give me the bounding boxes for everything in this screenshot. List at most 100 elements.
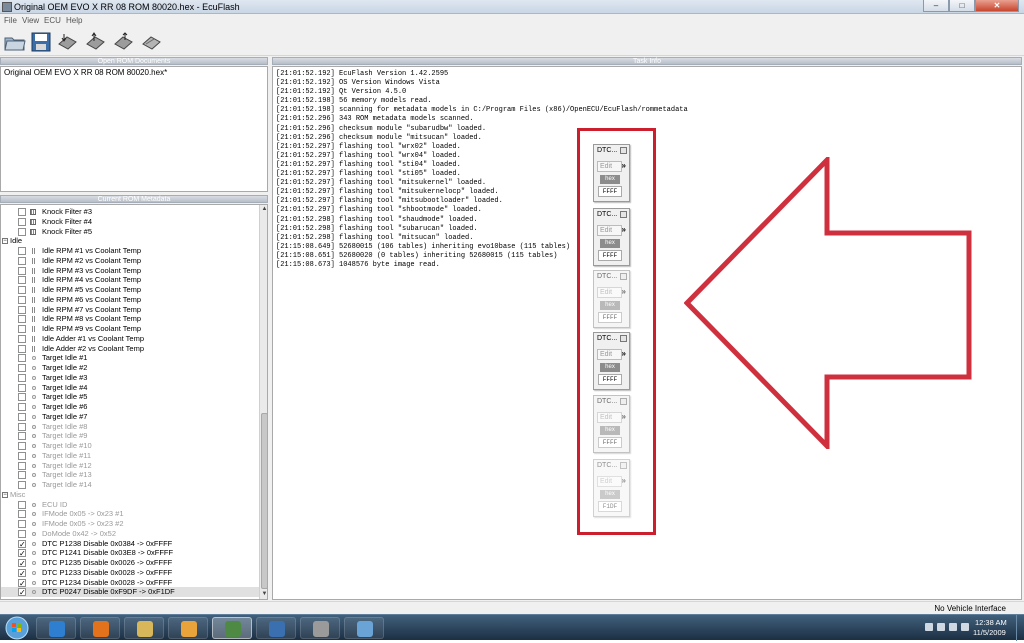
dtc-close-icon[interactable] xyxy=(620,335,627,342)
read-ecu-icon[interactable] xyxy=(56,32,78,52)
tree-checkbox[interactable] xyxy=(18,500,26,509)
tree-checkbox[interactable] xyxy=(18,256,26,265)
scroll-down-icon[interactable]: ▼ xyxy=(260,590,267,599)
dtc-value-window[interactable]: DTC... » Edit hex F1DF xyxy=(593,459,630,517)
taskbar-item[interactable] xyxy=(300,617,340,639)
tree-item[interactable]: ✓ DTC P1241 Disable 0x03E8 -> 0xFFFF xyxy=(1,548,259,558)
tree-checkbox[interactable] xyxy=(18,442,26,450)
taskbar-item[interactable] xyxy=(256,617,296,639)
clock-date[interactable]: 11/5/2009 xyxy=(973,628,1006,637)
tree-checkbox[interactable] xyxy=(18,393,26,402)
tree-checkbox[interactable]: ✓ xyxy=(18,539,26,548)
save-icon[interactable] xyxy=(30,32,52,52)
tree-checkbox[interactable] xyxy=(18,344,26,353)
hex-toggle[interactable]: hex xyxy=(600,301,620,310)
collapse-icon[interactable]: − xyxy=(2,491,8,498)
edit-field[interactable]: Edit xyxy=(597,225,622,236)
tree-item[interactable]: DoMode 0x42 -> 0x52 xyxy=(1,529,259,539)
expand-chevron-icon[interactable]: » xyxy=(622,349,626,358)
tree-item[interactable]: Idle Adder #2 vs Coolant Temp xyxy=(1,344,259,354)
dtc-close-icon[interactable] xyxy=(620,462,627,469)
tree-item[interactable]: ✓ DTC P1233 Disable 0x0028 -> 0xFFFF xyxy=(1,568,259,578)
tree-checkbox[interactable] xyxy=(18,315,26,324)
tree-item[interactable]: Target Idle #13 xyxy=(1,470,259,480)
tree-item[interactable]: IFMode 0x05 -> 0x23 #1 xyxy=(1,509,259,519)
minimize-button[interactable]: – xyxy=(923,0,949,12)
tree-item[interactable]: IFMode 0x05 -> 0x23 #2 xyxy=(1,519,259,529)
expand-chevron-icon[interactable]: » xyxy=(622,412,626,421)
tree-checkbox[interactable] xyxy=(18,295,26,304)
tree-item[interactable]: Target Idle #5 xyxy=(1,392,259,402)
scroll-up-icon[interactable]: ▲ xyxy=(260,205,267,214)
hex-toggle[interactable]: hex xyxy=(600,363,620,372)
tree-item[interactable]: Target Idle #6 xyxy=(1,402,259,412)
tree-checkbox[interactable] xyxy=(18,227,26,236)
tree-checkbox[interactable] xyxy=(18,432,26,441)
tree-item[interactable]: Target Idle #12 xyxy=(1,461,259,471)
tree-checkbox[interactable] xyxy=(18,510,26,519)
tree-checkbox[interactable] xyxy=(18,305,26,314)
tree-item[interactable]: Target Idle #2 xyxy=(1,363,259,373)
tree-item[interactable]: ✓ DTC P1234 Disable 0x0028 -> 0xFFFF xyxy=(1,578,259,588)
expand-chevron-icon[interactable]: » xyxy=(622,161,626,170)
edit-field[interactable]: Edit xyxy=(597,287,622,298)
tree-item[interactable]: Target Idle #1 xyxy=(1,353,259,363)
hex-toggle[interactable]: hex xyxy=(600,175,620,184)
tree-checkbox[interactable]: ✓ xyxy=(18,568,26,577)
tree-checkbox[interactable] xyxy=(18,529,26,538)
tree-group[interactable]: − Misc xyxy=(1,490,259,500)
tree-item[interactable]: Target Idle #14 xyxy=(1,480,259,490)
tree-checkbox[interactable] xyxy=(18,451,26,460)
scroll-thumb[interactable] xyxy=(261,413,267,589)
tree-item[interactable]: Idle RPM #6 vs Coolant Temp xyxy=(1,295,259,305)
tree-item[interactable]: Idle RPM #5 vs Coolant Temp xyxy=(1,285,259,295)
tree-checkbox[interactable] xyxy=(18,412,26,421)
tree-item[interactable]: Idle RPM #1 vs Coolant Temp xyxy=(1,246,259,256)
maximize-button[interactable]: □ xyxy=(949,0,975,12)
tree-checkbox[interactable]: ✓ xyxy=(18,549,26,558)
start-button[interactable] xyxy=(2,615,32,641)
dtc-value-window[interactable]: DTC... » Edit hex FFFF xyxy=(593,144,630,202)
dtc-close-icon[interactable] xyxy=(620,211,627,218)
clock-time[interactable]: 12:38 AM xyxy=(975,618,1007,627)
tree-item[interactable]: Idle Adder #1 vs Coolant Temp xyxy=(1,334,259,344)
dtc-value-window[interactable]: DTC... » Edit hex FFFF xyxy=(593,208,630,266)
tree-item[interactable]: Knock Filter #3 xyxy=(1,207,259,217)
tree-item[interactable]: Target Idle #9 xyxy=(1,431,259,441)
expand-chevron-icon[interactable]: » xyxy=(622,287,626,296)
menu-view[interactable]: View xyxy=(22,16,39,26)
tree-checkbox[interactable]: ✓ xyxy=(18,578,26,587)
close-button[interactable]: ✕ xyxy=(975,0,1019,12)
taskbar-item[interactable] xyxy=(36,617,76,639)
taskbar-item[interactable] xyxy=(212,617,252,639)
menu-ecu[interactable]: ECU xyxy=(44,16,61,26)
volume-icon[interactable] xyxy=(961,623,969,631)
edit-field[interactable]: Edit xyxy=(597,161,622,172)
tree-item[interactable]: Idle RPM #9 vs Coolant Temp xyxy=(1,324,259,334)
tree-checkbox[interactable] xyxy=(18,247,26,255)
taskbar-item[interactable] xyxy=(344,617,384,639)
tree-item[interactable]: Target Idle #3 xyxy=(1,373,259,383)
tree-checkbox[interactable] xyxy=(18,461,26,470)
tree-item[interactable]: Idle RPM #7 vs Coolant Temp xyxy=(1,305,259,315)
tree-checkbox[interactable] xyxy=(18,286,26,294)
tree-item[interactable]: ECU ID xyxy=(1,500,259,510)
network-icon[interactable] xyxy=(949,623,957,631)
edit-field[interactable]: Edit xyxy=(597,476,622,487)
taskbar-item[interactable] xyxy=(80,617,120,639)
dtc-value-window[interactable]: DTC... » Edit hex FFFF xyxy=(593,395,630,453)
tree-item[interactable]: ✓ DTC P1235 Disable 0x0026 -> 0xFFFF xyxy=(1,558,259,568)
tree-item[interactable]: Idle RPM #3 vs Coolant Temp xyxy=(1,266,259,276)
edit-field[interactable]: Edit xyxy=(597,349,622,360)
tree-checkbox[interactable] xyxy=(18,471,26,480)
edit-field[interactable]: Edit xyxy=(597,412,622,423)
tree-checkbox[interactable] xyxy=(18,373,26,382)
dtc-close-icon[interactable] xyxy=(620,273,627,280)
title-bar[interactable]: Original OEM EVO X RR 08 ROM 80020.hex -… xyxy=(0,0,1024,14)
tree-item[interactable]: Target Idle #8 xyxy=(1,422,259,432)
hex-toggle[interactable]: hex xyxy=(600,239,620,248)
open-folder-icon[interactable] xyxy=(4,32,26,52)
tree-item[interactable]: Knock Filter #5 xyxy=(1,227,259,237)
menu-file[interactable]: File xyxy=(4,16,17,26)
expand-chevron-icon[interactable]: » xyxy=(622,476,626,485)
